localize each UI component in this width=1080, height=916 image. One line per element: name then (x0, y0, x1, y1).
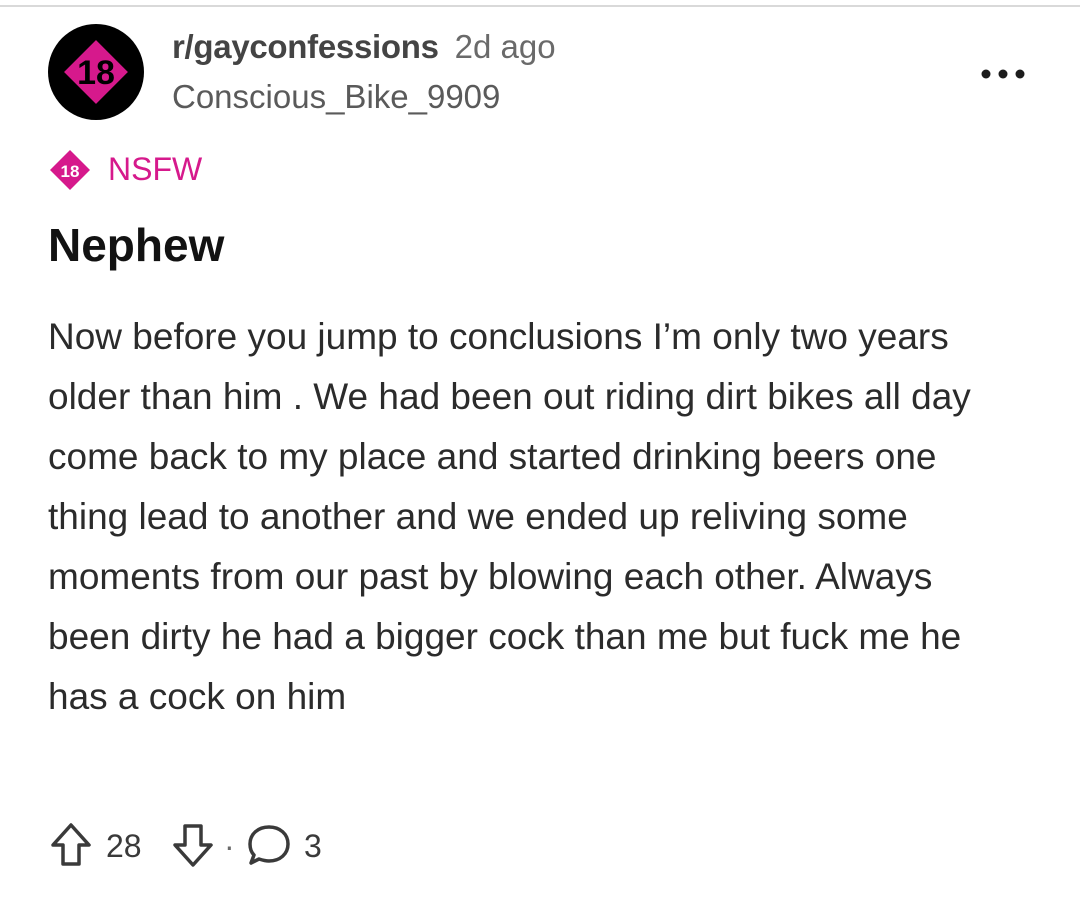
subreddit-link[interactable]: r/gayconfessions (172, 28, 439, 65)
arrow-down-icon (173, 824, 213, 867)
subreddit-avatar[interactable]: 18 (48, 24, 144, 120)
downvote-button[interactable] (170, 820, 216, 875)
post-time: 2d ago (454, 28, 556, 65)
comment-bubble-icon (248, 825, 290, 865)
comments-button[interactable] (244, 820, 294, 875)
more-options-button[interactable] (978, 62, 1028, 86)
post-header: 18 r/gayconfessions 2d ago Conscious_Bike… (48, 22, 1038, 122)
post-title[interactable]: Nephew (48, 218, 224, 272)
nsfw-badge-number: 18 (61, 162, 80, 181)
vote-score: 28 (106, 828, 142, 864)
ellipsis-icon (981, 69, 1025, 79)
nsfw-label: NSFW (108, 151, 203, 187)
nsfw-18-avatar-icon: 18 (59, 35, 133, 109)
author-link[interactable]: Conscious_Bike_9909 (172, 78, 500, 116)
actions-separator: · (224, 828, 235, 864)
post-body: Now before you jump to conclusions I’m o… (48, 316, 971, 717)
arrow-up-icon (51, 823, 91, 866)
subreddit-line: r/gayconfessions 2d ago (172, 28, 556, 66)
comment-count: 3 (304, 828, 322, 864)
avatar-badge-text: 18 (77, 54, 115, 92)
post-actions: 28 · 3 (48, 820, 448, 872)
upvote-button[interactable] (48, 820, 94, 875)
top-divider (0, 5, 1080, 7)
nsfw-18-icon: 18 (50, 150, 90, 190)
